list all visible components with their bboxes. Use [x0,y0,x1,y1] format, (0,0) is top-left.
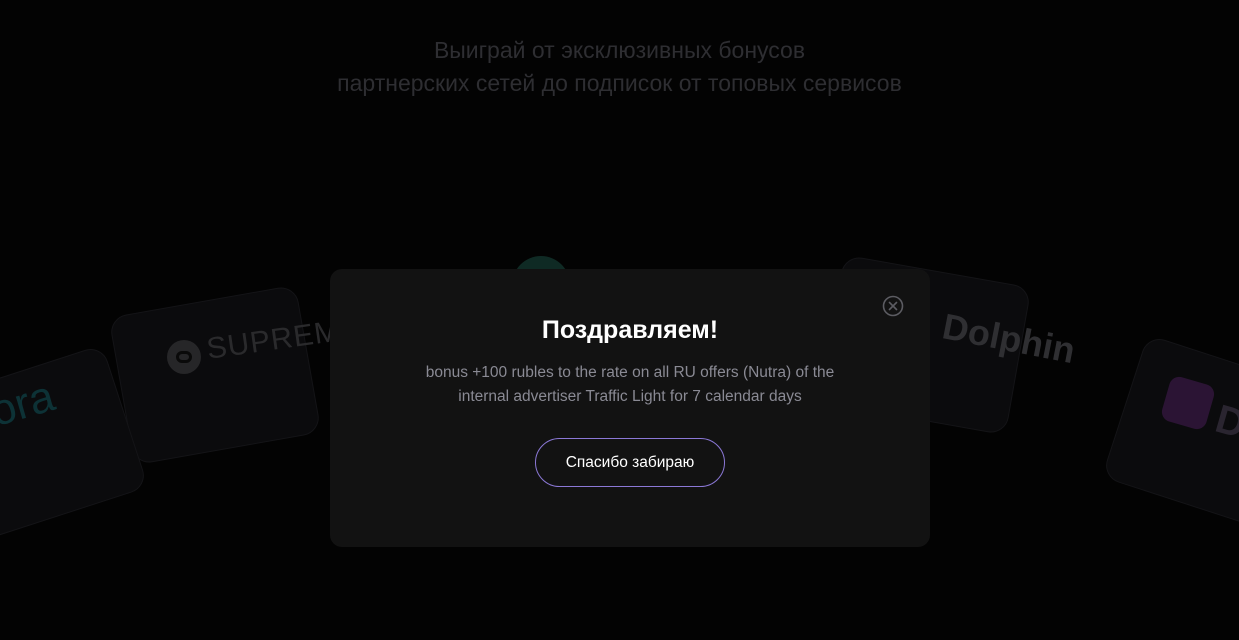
congrats-modal: Поздравляем! bonus +100 rubles to the ra… [330,269,930,547]
modal-title: Поздравляем! [541,316,719,344]
partner-card [108,284,322,466]
close-icon[interactable] [882,295,904,317]
claim-button[interactable]: Спасибо забираю [535,438,725,487]
supreme-logo-icon [167,340,201,374]
modal-description: bonus +100 rubles to the rate on all RU … [425,364,835,405]
page: Выиграй от эксклюзивных бонусов партнерс… [0,0,1239,640]
